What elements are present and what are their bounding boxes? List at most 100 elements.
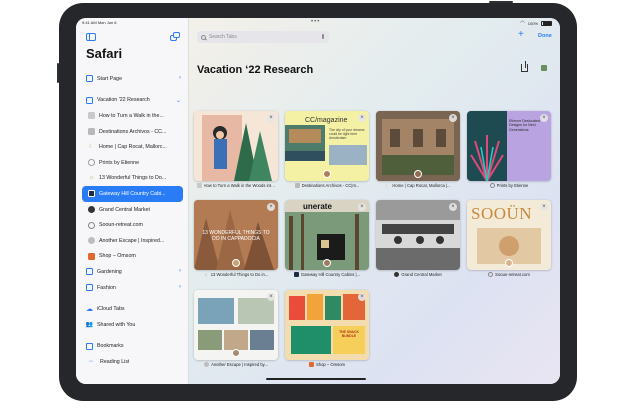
close-tab-icon[interactable]: × (267, 203, 275, 211)
sidebar-item-vacation-group[interactable]: Vacation '22 Research ⌄ (82, 93, 183, 109)
woods-illustration (194, 111, 278, 181)
sidebar-tab-item[interactable]: ☼ 13 Wonderful Things to Do... (82, 171, 183, 187)
tab-title: Destinations Archivos - CC|m... (301, 183, 360, 188)
close-tab-icon[interactable]: × (267, 114, 275, 122)
sidebar-item-fashion[interactable]: Fashion › (82, 280, 183, 296)
tab-card[interactable]: Etienne Desiccated Designs for Next Gene… (467, 111, 551, 191)
favicon-icon: ☼ (203, 272, 209, 277)
tab-card[interactable]: CC/magazine The city of your dreams coul… (285, 111, 369, 191)
tab-caption: Sooun-retreat.com (467, 272, 551, 277)
people-icon: 👥 (85, 321, 94, 328)
close-tab-icon[interactable]: × (449, 203, 457, 211)
ipad-screen: 9:41 AM Mon Jun 6 ••• ◠ 100% Safari Star… (76, 18, 560, 384)
sidebar-tab-item[interactable]: Another Escape | Inspired... (82, 233, 183, 249)
tab-thumbnail: CC/magazine The city of your dreams coul… (285, 111, 369, 181)
sidebar-toggle-icon[interactable] (86, 33, 96, 41)
tab-card[interactable]: unerate × Gateway Hill Country Cabins |.… (285, 200, 369, 280)
tab-title: How to Turn a Walk in the Woods into... (203, 183, 276, 188)
sidebar-item-label: Gateway Hill Country Cabi... (99, 190, 166, 197)
tab-group-menu-icon[interactable] (541, 65, 547, 71)
done-button[interactable]: Done (538, 33, 552, 39)
moon-favicon-icon: ☾ (88, 144, 95, 151)
tab-group-icon (86, 268, 93, 276)
tab-card[interactable]: × Another Escape | Inspired by... (194, 290, 278, 370)
home-indicator[interactable] (266, 378, 366, 380)
favicon-icon (308, 362, 314, 367)
tab-group-icon (86, 96, 93, 104)
favicon-icon (88, 112, 95, 120)
close-tab-icon[interactable]: × (540, 114, 548, 122)
tab-card[interactable]: 13 WONDERFUL THINGS TO DO IN CAPPADOCIA … (194, 200, 278, 280)
tab-title: Another Escape | Inspired by... (211, 362, 268, 367)
sidebar-tab-item[interactable]: How to Turn a Walk in the... (82, 108, 183, 124)
chevron-right-icon: › (179, 75, 181, 81)
close-tab-icon[interactable]: × (449, 114, 457, 122)
tab-overview: Search Tabs + Done Vacation ‘22 Research… (189, 18, 560, 384)
close-tab-icon[interactable]: × (540, 203, 548, 211)
sidebar-tab-item[interactable]: Shop – Omsom (82, 249, 183, 265)
tab-card[interactable]: × ☾ Home | Cap Rocat, Mallorca |... (376, 111, 460, 191)
shared-user-avatar (414, 170, 422, 178)
sidebar-item-label: iCloud Tabs (97, 306, 125, 313)
search-tabs-field[interactable]: Search Tabs (197, 31, 329, 43)
favicon-icon (196, 183, 202, 188)
tab-card[interactable]: THE SNACK BUNDLE × Shop – Omsom (285, 290, 369, 370)
favicon-icon (88, 128, 95, 136)
sidebar-tab-item-selected[interactable]: Gateway Hill Country Cabi... (82, 186, 183, 202)
shared-user-avatar (323, 259, 331, 267)
tab-title: 13 Wonderful Things to Do in... (210, 272, 269, 277)
glasses-icon: ◦◦ (88, 358, 94, 365)
tab-caption: ☾ Home | Cap Rocat, Mallorca |... (376, 183, 460, 188)
sidebar-item-gardening[interactable]: Gardening › (82, 264, 183, 280)
sidebar-tab-item[interactable]: Destinations Archivos - CC... (82, 124, 183, 140)
favicon-icon (88, 237, 95, 245)
shared-user-avatar (232, 349, 240, 357)
close-tab-icon[interactable]: × (358, 114, 366, 122)
tab-card[interactable]: SOOÜN × Sooun-retreat.com (467, 200, 551, 280)
sidebar-item-shared-with-you[interactable]: 👥 Shared with You (82, 317, 183, 333)
chevron-right-icon: › (179, 283, 181, 290)
sidebar-tab-item[interactable]: Grand Central Market (82, 202, 183, 218)
tab-card[interactable]: × Grand Central Market (376, 200, 460, 280)
add-tab-button[interactable]: + (518, 30, 524, 40)
tab-thumbnail: × (194, 290, 278, 360)
status-time: 9:41 AM Mon Jun 6 (82, 20, 117, 25)
tab-thumbnail: unerate × (285, 200, 369, 270)
tab-title: Shop – Omsom (315, 362, 346, 367)
thumb-headline: 13 WONDERFUL THINGS TO DO IN CAPPADOCIA (202, 230, 270, 242)
sidebar-tab-item[interactable]: Sooun-retreat.com (82, 217, 183, 233)
plant-artwork (467, 111, 507, 181)
tab-card[interactable]: × How to Turn a Walk in the Woods into..… (194, 111, 278, 191)
share-icon[interactable] (521, 61, 528, 72)
favicon-icon (293, 272, 299, 277)
tab-title: Grand Central Market (401, 272, 442, 277)
sidebar-tab-item[interactable]: ☾ Home | Cap Rocat, Mallorc... (82, 139, 183, 155)
microphone-icon[interactable] (321, 34, 324, 39)
omsom-products-photo (285, 290, 369, 360)
sidebar-item-label: Start Page (97, 75, 123, 82)
sidebar-item-icloud-tabs[interactable]: ☁ iCloud Tabs (82, 301, 183, 317)
sidebar-item-label: How to Turn a Walk in the... (99, 112, 164, 119)
tab-thumbnail: 13 WONDERFUL THINGS TO DO IN CAPPADOCIA … (194, 200, 278, 270)
wifi-icon: ◠ (520, 20, 525, 26)
tab-thumbnail: × (194, 111, 278, 181)
close-tab-icon[interactable]: × (358, 293, 366, 301)
search-placeholder: Search Tabs (209, 34, 237, 40)
sidebar-item-label: Another Escape | Inspired... (99, 237, 165, 244)
chevron-down-icon: ⌄ (175, 97, 181, 104)
close-tab-icon[interactable]: × (358, 203, 366, 211)
status-bar: 9:41 AM Mon Jun 6 ••• ◠ 100% (76, 18, 560, 28)
battery-icon (541, 20, 552, 26)
tab-caption: Gateway Hill Country Cabins |... (285, 272, 369, 277)
sidebar-item-bookmarks[interactable]: Bookmarks (82, 339, 183, 355)
sidebar-item-start-page[interactable]: Start Page › (82, 71, 183, 87)
sidebar-tab-item[interactable]: Prints by Etienne (82, 155, 183, 171)
tab-thumbnail: × (376, 111, 460, 181)
sidebar-item-label: Destinations Archivos - CC... (99, 128, 167, 135)
tab-title: Prints by Etienne (496, 183, 529, 188)
multitask-dots-icon[interactable]: ••• (311, 19, 320, 25)
tab-title: Home | Cap Rocat, Mallorca |... (392, 183, 451, 188)
tab-overview-icon[interactable] (170, 32, 180, 41)
close-tab-icon[interactable]: × (267, 293, 275, 301)
sidebar-item-reading-list[interactable]: ◦◦ Reading List (82, 354, 183, 370)
